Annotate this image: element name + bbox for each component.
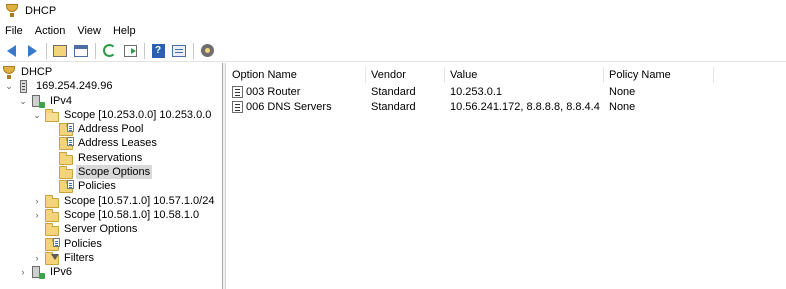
filter-icon — [45, 251, 59, 265]
cell-option-name: 003 Router — [246, 86, 301, 98]
menu-view[interactable]: View — [71, 22, 107, 40]
tree-item-scope-options[interactable]: Scope Options — [59, 165, 153, 179]
server-icon — [17, 79, 31, 93]
chevron-right-icon[interactable]: › — [32, 208, 42, 222]
chevron-right-icon[interactable]: › — [18, 265, 28, 279]
tree-label: Reservations — [78, 152, 143, 164]
column-header-value[interactable]: Value — [445, 67, 604, 83]
policies-icon — [45, 237, 60, 251]
console-tree[interactable]: DHCP ⌄ 169.254.249.96 ⌄ IPv4 ⌄ Scope [10… — [0, 63, 223, 289]
address-pool-icon — [59, 122, 74, 136]
option-icon — [232, 86, 243, 98]
tree-label: Scope Options — [76, 165, 153, 179]
chevron-down-icon[interactable]: ⌄ — [18, 94, 28, 108]
tree-label: Address Pool — [78, 123, 144, 135]
back-icon[interactable] — [2, 42, 20, 60]
details-list[interactable]: Option Name Vendor Value Policy Name 003… — [227, 63, 786, 289]
menu-action[interactable]: Action — [29, 22, 72, 40]
tree-item-dhcp[interactable]: DHCP — [2, 65, 54, 79]
tree-item-scope-10-253[interactable]: ⌄ Scope [10.253.0.0] 10.253.0.0 — [32, 108, 213, 122]
tree-label: Server Options — [64, 223, 138, 235]
cell-value: 10.56.241.172, 8.8.8.8, 8.8.4.4 — [450, 101, 600, 113]
refresh-icon[interactable] — [100, 42, 118, 60]
option-icon — [232, 101, 243, 113]
dhcp-manage-icon[interactable] — [198, 42, 216, 60]
tree-label: Scope [10.253.0.0] 10.253.0.0 — [64, 109, 212, 121]
table-row[interactable]: 003 Router Standard 10.253.0.1 None — [227, 85, 786, 100]
tree-item-policies-scope[interactable]: Policies — [59, 179, 118, 193]
ipv6-icon — [31, 265, 45, 279]
tree-item-ipv4[interactable]: ⌄ IPv4 — [18, 94, 74, 108]
tree-label: Address Leases — [78, 137, 157, 149]
column-header-option-name[interactable]: Option Name — [227, 67, 366, 83]
folder-icon — [59, 165, 73, 179]
cell-option-name: 006 DNS Servers — [246, 101, 332, 113]
tree-item-server-options[interactable]: Server Options — [45, 222, 139, 236]
forward-icon[interactable] — [23, 42, 41, 60]
folder-icon — [59, 151, 73, 165]
chevron-down-icon[interactable]: ⌄ — [32, 108, 42, 122]
cell-vendor: Standard — [371, 101, 416, 113]
cell-policy-name: None — [609, 101, 636, 113]
tree-label: Policies — [78, 180, 116, 192]
policies-icon — [59, 179, 74, 193]
tree-label: 169.254.249.96 — [36, 80, 113, 92]
properties-icon[interactable] — [170, 42, 188, 60]
tree-label: IPv6 — [50, 266, 73, 278]
toolbar-separator — [193, 42, 194, 59]
tree-item-filters[interactable]: › Filters — [32, 251, 96, 265]
up-folder-icon[interactable] — [51, 42, 69, 60]
folder-icon — [45, 208, 59, 222]
tree-label: DHCP — [21, 66, 53, 78]
toolbar-separator — [144, 42, 145, 59]
tree-label: IPv4 — [50, 95, 73, 107]
tree-item-reservations[interactable]: Reservations — [59, 151, 144, 165]
toolbar-separator — [95, 42, 96, 59]
tree-label: Policies — [64, 238, 102, 250]
tree-item-ipv6[interactable]: › IPv6 — [18, 265, 74, 279]
tree-item-address-leases[interactable]: Address Leases — [59, 136, 159, 150]
toolbar: ? — [0, 40, 786, 62]
cell-vendor: Standard — [371, 86, 416, 98]
chevron-down-icon[interactable]: ⌄ — [4, 79, 14, 93]
tree-item-scope-10-57[interactable]: › Scope [10.57.1.0] 10.57.1.0/24 — [32, 194, 216, 208]
dhcp-window: DHCP File Action View Help ? DHCP ⌄ 169.… — [0, 0, 786, 289]
window-title: DHCP — [25, 5, 57, 17]
tree-item-server[interactable]: ⌄ 169.254.249.96 — [4, 79, 114, 93]
chevron-right-icon[interactable]: › — [32, 251, 42, 265]
cell-value: 10.253.0.1 — [450, 86, 502, 98]
dhcp-app-icon — [5, 4, 19, 18]
menu-bar: File Action View Help — [0, 22, 786, 40]
toolbar-separator — [46, 42, 47, 59]
tree-label: Scope [10.58.1.0] 10.58.1.0 — [64, 209, 200, 221]
column-header-vendor[interactable]: Vendor — [366, 67, 445, 83]
help-icon[interactable]: ? — [149, 42, 167, 60]
ipv4-icon — [31, 94, 45, 108]
table-row[interactable]: 006 DNS Servers Standard 10.56.241.172, … — [227, 100, 786, 115]
show-hide-tree-icon[interactable] — [72, 42, 90, 60]
address-leases-icon — [59, 136, 74, 150]
tree-item-policies[interactable]: Policies — [45, 237, 104, 251]
list-header: Option Name Vendor Value Policy Name — [227, 67, 786, 83]
dhcp-trophy-icon — [2, 65, 16, 79]
chevron-right-icon[interactable]: › — [32, 194, 42, 208]
cell-policy-name: None — [609, 86, 636, 98]
title-bar: DHCP — [0, 0, 786, 22]
folder-icon — [45, 222, 59, 236]
export-list-icon[interactable] — [121, 42, 139, 60]
tree-label: Filters — [64, 252, 94, 264]
menu-help[interactable]: Help — [107, 22, 142, 40]
folder-open-icon — [45, 108, 59, 122]
tree-item-scope-10-58[interactable]: › Scope [10.58.1.0] 10.58.1.0 — [32, 208, 201, 222]
menu-file[interactable]: File — [0, 22, 29, 40]
column-header-policy-name[interactable]: Policy Name — [604, 67, 714, 83]
folder-icon — [45, 194, 59, 208]
pane-splitter[interactable] — [223, 63, 226, 289]
tree-item-address-pool[interactable]: Address Pool — [59, 122, 145, 136]
tree-label: Scope [10.57.1.0] 10.57.1.0/24 — [64, 195, 215, 207]
